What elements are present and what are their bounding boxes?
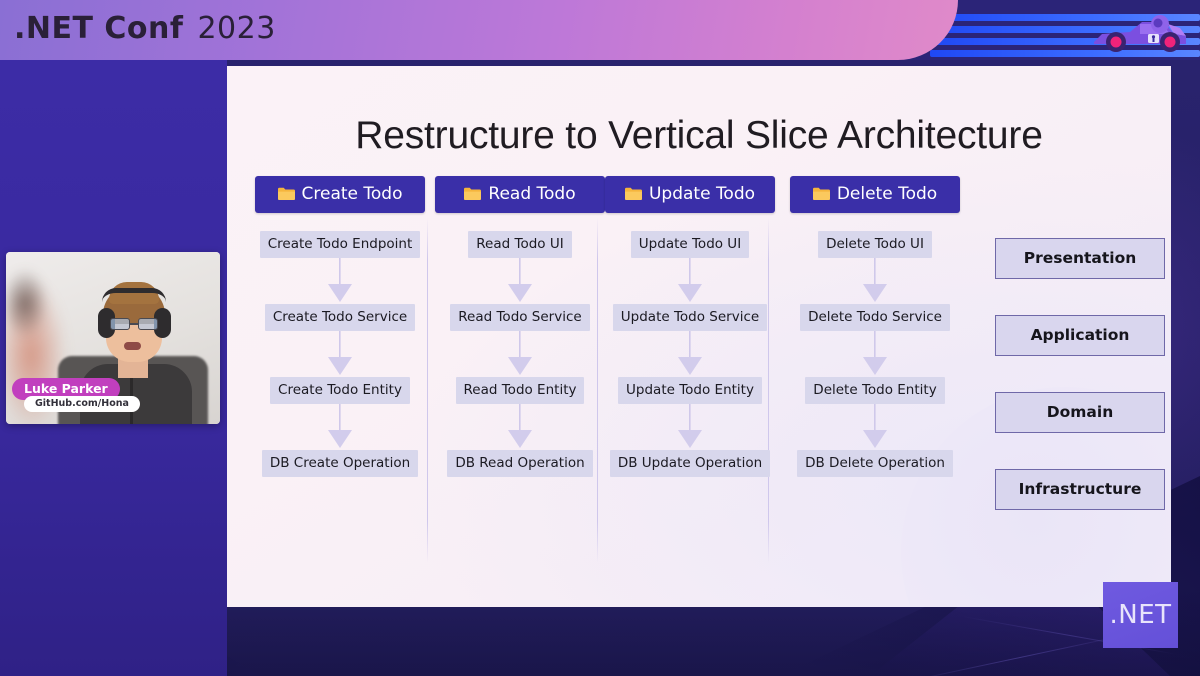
column-header-label: Read Todo (488, 184, 576, 204)
screen: .NET Conf 2023 Luke Parker GitHub.com/Hon… (0, 0, 1200, 676)
flow-node: Update Todo UI (630, 231, 750, 258)
glasses-lens-right (138, 318, 158, 330)
slice-column-read: Read Todo Read Todo UI Read Todo Service… (435, 176, 605, 477)
flow-arrow-icon (790, 404, 960, 450)
conference-year: 2023 (197, 11, 276, 46)
flow-arrow-icon (255, 404, 425, 450)
flow-arrow-icon (790, 258, 960, 304)
top-bar: .NET Conf 2023 (0, 0, 1200, 60)
flow-node: Read Todo UI (468, 231, 572, 258)
conference-name: .NET Conf (14, 11, 184, 46)
column-header-update[interactable]: Update Todo (605, 176, 775, 213)
flow-node: Create Todo Service (264, 304, 416, 331)
slide: Restructure to Vertical Slice Architectu… (227, 66, 1171, 607)
flow-node: Create Todo Entity (270, 377, 410, 404)
flow-node: Update Todo Entity (618, 377, 762, 404)
flow-node: DB Create Operation (261, 450, 419, 477)
glasses-bridge (130, 323, 138, 325)
slice-column-delete: Delete Todo Delete Todo UI Delete Todo S… (790, 176, 960, 477)
column-header-delete[interactable]: Delete Todo (790, 176, 960, 213)
flow-node: Delete Todo Service (800, 304, 950, 331)
webcam-mouth (124, 342, 141, 350)
folder-icon (624, 187, 642, 200)
glasses-lens-left (110, 318, 130, 330)
conference-title: .NET Conf 2023 (14, 11, 276, 46)
flow-node: Read Todo Service (450, 304, 590, 331)
column-header-label: Delete Todo (836, 184, 938, 204)
flow-node: Delete Todo UI (818, 231, 932, 258)
flow-node: Update Todo Service (612, 304, 768, 331)
presenter-handle-tag: GitHub.com/Hona (24, 396, 140, 412)
flow-node: Delete Todo Entity (805, 377, 945, 404)
folder-icon (464, 187, 482, 200)
slice-columns: Create Todo Create Todo Endpoint Create … (249, 176, 960, 576)
column-header-create[interactable]: Create Todo (255, 176, 425, 213)
flow-arrow-icon (605, 258, 775, 304)
folder-icon (812, 187, 830, 200)
column-header-read[interactable]: Read Todo (435, 176, 605, 213)
layer-presentation: Presentation (995, 238, 1165, 279)
column-separator (427, 218, 428, 563)
flow-arrow-icon (605, 404, 775, 450)
layer-domain: Domain (995, 392, 1165, 433)
glasses-icon (110, 318, 158, 330)
column-header-label: Create Todo (301, 184, 403, 204)
slice-column-create: Create Todo Create Todo Endpoint Create … (255, 176, 425, 477)
flow-arrow-icon (435, 258, 605, 304)
flow-arrow-icon (255, 331, 425, 377)
flow-node: DB Delete Operation (797, 450, 953, 477)
conference-banner: .NET Conf 2023 (0, 0, 958, 60)
slice-column-update: Update Todo Update Todo UI Update Todo S… (605, 176, 775, 477)
headphones-icon (102, 288, 166, 302)
flow-node: DB Read Operation (447, 450, 593, 477)
flow-arrow-icon (605, 331, 775, 377)
architecture-layers: Presentation Application Domain Infrastr… (995, 238, 1165, 546)
layer-application: Application (995, 315, 1165, 356)
flow-node: Create Todo Endpoint (259, 231, 421, 258)
flow-arrow-icon (435, 404, 605, 450)
webcam-blurred-object-2 (6, 268, 48, 338)
layer-infrastructure: Infrastructure (995, 469, 1165, 510)
column-header-label: Update Todo (648, 184, 756, 204)
flow-node: DB Update Operation (609, 450, 771, 477)
flow-arrow-icon (435, 331, 605, 377)
flow-arrow-icon (790, 331, 960, 377)
race-car-icon (1094, 15, 1186, 52)
flow-node: Read Todo Entity (455, 377, 585, 404)
dotnet-logo-badge: .NET (1103, 582, 1178, 648)
flow-arrow-icon (255, 258, 425, 304)
slide-title: Restructure to Vertical Slice Architectu… (355, 114, 1043, 157)
folder-icon (277, 187, 295, 200)
